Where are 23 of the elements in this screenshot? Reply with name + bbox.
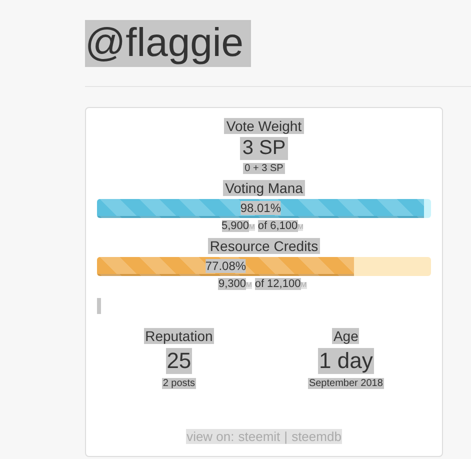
footer-text: view on: [186, 429, 234, 444]
separator-text: | [284, 429, 288, 444]
site-link[interactable]: steemdb [292, 429, 342, 444]
site-link[interactable]: steemit [238, 429, 280, 444]
meter-label: Resource Credits [208, 238, 320, 254]
stat-label: Reputation [144, 328, 214, 344]
vote-weight-label: Vote Weight [224, 118, 304, 134]
username-heading: @flaggie [85, 20, 252, 67]
total-value: of 6,100 [258, 220, 298, 232]
stat-label: Age [332, 328, 360, 344]
total-value: of 12,100 [254, 278, 301, 290]
vote-weight-detail: 0 + 3 SP [242, 163, 286, 174]
empty-block [97, 298, 101, 314]
percent-text: 77.08% [205, 259, 246, 273]
vote-weight-value: 3 SP [240, 137, 288, 160]
current-value: 5,900 [222, 220, 250, 232]
percent-text: 98.01% [240, 201, 282, 215]
stat-detail: September 2018 [308, 378, 384, 389]
current-value: 9,300 [218, 278, 246, 290]
stat-value: 1 day [318, 348, 374, 374]
meter-label: Voting Mana [223, 180, 305, 196]
stat-detail: 2 posts [162, 378, 196, 389]
stat-value: 25 [166, 348, 192, 374]
